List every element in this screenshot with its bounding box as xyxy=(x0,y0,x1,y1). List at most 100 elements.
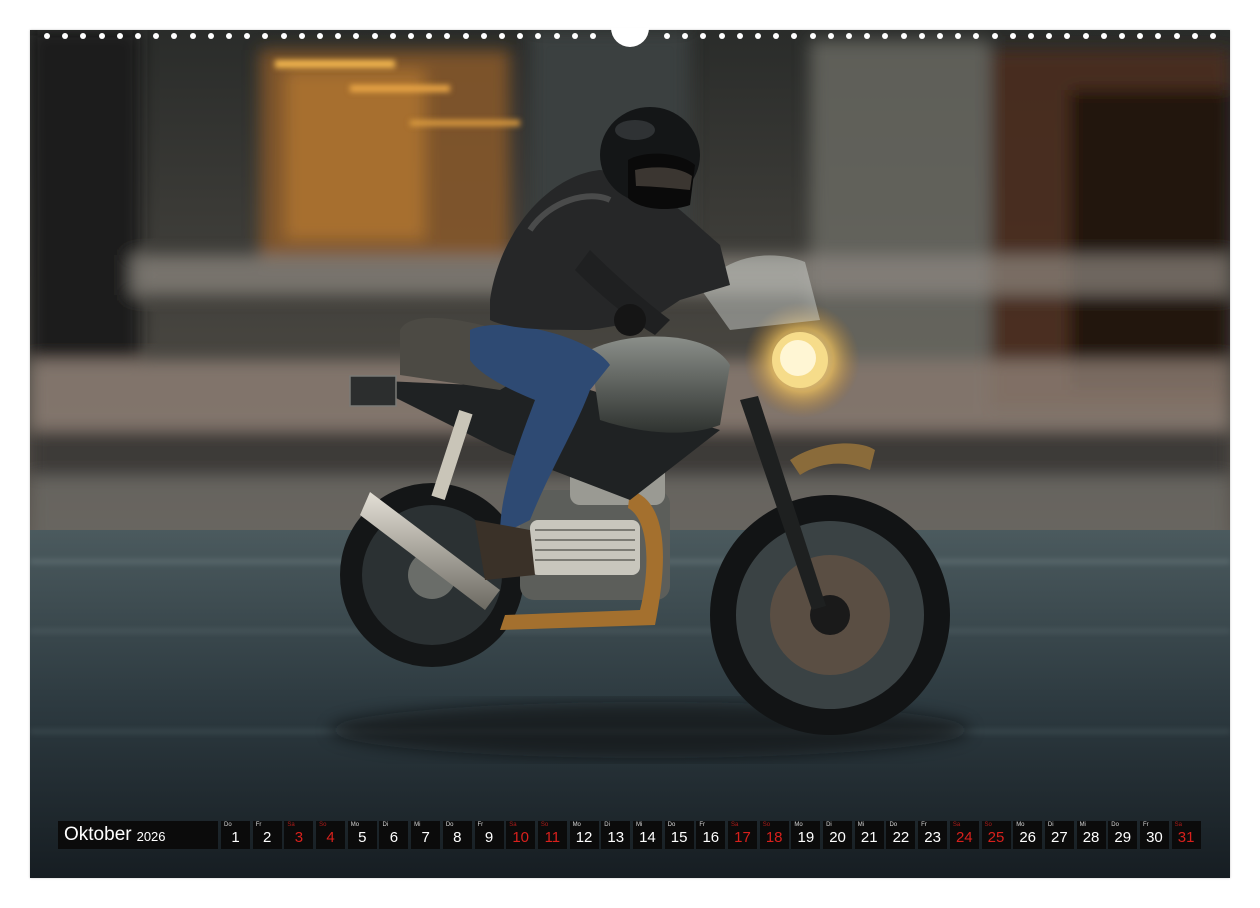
binding-hole xyxy=(736,33,743,39)
binding-hole xyxy=(298,33,305,39)
binding-hole xyxy=(135,33,141,39)
weekday-label: Sa xyxy=(731,822,739,828)
day-cell: So 11 xyxy=(537,821,567,849)
binding-hole xyxy=(718,33,725,39)
weekday-label: Di xyxy=(382,822,389,828)
binding-hole xyxy=(755,33,761,39)
day-number: 17 xyxy=(734,829,751,846)
day-number: 25 xyxy=(987,829,1005,846)
day-cell: Do 1 xyxy=(221,821,250,849)
day-number: 14 xyxy=(639,829,656,846)
binding-hole xyxy=(153,33,160,39)
weekday-label: Fr xyxy=(921,822,927,828)
weekday-label: Fr xyxy=(699,822,705,828)
binding-hole xyxy=(62,33,69,39)
binding-hole xyxy=(864,33,871,39)
day-cell: Do 22 xyxy=(886,821,916,849)
day-number: 13 xyxy=(607,829,625,846)
day-number: 5 xyxy=(358,829,367,846)
day-cell: Di 6 xyxy=(379,821,409,849)
binding-hole xyxy=(900,33,907,39)
motorcycle-photo xyxy=(30,30,1230,878)
day-number: 6 xyxy=(389,829,399,846)
day-number: 26 xyxy=(1019,829,1037,846)
day-number: 21 xyxy=(860,829,878,846)
binding-hole xyxy=(882,33,889,39)
binding-hole xyxy=(480,33,487,39)
day-cell: Fr 23 xyxy=(918,821,948,849)
day-cell: Di 20 xyxy=(823,821,853,849)
binding-hole xyxy=(1173,33,1180,39)
day-number: 15 xyxy=(670,829,688,846)
weekday-label: So xyxy=(984,822,992,828)
weekday-label: Do xyxy=(667,822,676,828)
day-number: 18 xyxy=(765,829,783,846)
binding-hole xyxy=(444,33,451,39)
weekday-label: So xyxy=(319,822,327,828)
binding-hole xyxy=(1191,33,1198,39)
day-number: 9 xyxy=(484,829,494,846)
day-number: 2 xyxy=(263,829,272,846)
binding-hole xyxy=(207,33,214,39)
day-cell: Fr 16 xyxy=(696,821,726,849)
binding-hole xyxy=(846,33,852,39)
day-number: 20 xyxy=(829,829,846,846)
month-name: Oktober xyxy=(64,824,132,845)
binding-hole xyxy=(918,33,925,39)
weekday-label: Sa xyxy=(1174,822,1182,828)
day-number: 28 xyxy=(1082,829,1100,846)
weekday-label: Mi xyxy=(635,822,643,828)
day-cell: Sa 24 xyxy=(949,821,979,849)
binding-hole xyxy=(462,33,469,39)
binding-hole xyxy=(335,33,342,39)
binding-hole xyxy=(1028,33,1034,39)
day-cell: Mi 21 xyxy=(854,821,884,849)
binding-hole xyxy=(426,33,433,39)
month-label-box: Oktober 2026 xyxy=(58,821,218,849)
day-number: 29 xyxy=(1114,829,1132,846)
day-number: 30 xyxy=(1146,829,1163,846)
binding-hole xyxy=(517,33,524,39)
weekday-label: Di xyxy=(604,822,610,828)
day-number: 24 xyxy=(955,829,973,846)
binding-hole xyxy=(44,33,50,39)
binding-hole xyxy=(809,33,816,39)
binding-hole xyxy=(991,33,998,39)
binding-hole xyxy=(189,33,196,39)
weekday-label: Do xyxy=(889,822,898,828)
binding-hole xyxy=(937,33,943,39)
day-number: 10 xyxy=(512,829,530,846)
binding-hole xyxy=(262,33,269,39)
weekday-label: Sa xyxy=(509,822,517,828)
weekday-label: Mo xyxy=(1016,822,1025,828)
day-number: 3 xyxy=(294,829,304,846)
day-cell: Mi 7 xyxy=(411,821,441,849)
binding-hole xyxy=(535,33,542,39)
binding-hole xyxy=(116,33,123,39)
wire-binding xyxy=(30,28,1230,48)
day-cell: Mo 5 xyxy=(347,821,377,849)
binding-hole xyxy=(371,33,378,39)
weekday-label: Fr xyxy=(255,822,262,828)
binding-hole xyxy=(171,33,178,39)
binding-hole xyxy=(1009,33,1016,39)
weekday-label: Di xyxy=(1047,822,1054,828)
weekday-label: Mi xyxy=(857,822,865,828)
binding-hole xyxy=(700,33,707,39)
binding-hole xyxy=(1155,33,1162,39)
weekday-label: Di xyxy=(826,822,832,828)
binding-hole xyxy=(955,33,962,39)
binding-hole xyxy=(1046,33,1053,39)
binding-hole xyxy=(98,33,105,39)
day-cell: So 25 xyxy=(981,821,1011,849)
day-cell: Mi 14 xyxy=(632,821,662,849)
binding-hole xyxy=(1137,33,1144,39)
binding-hole xyxy=(1082,33,1089,39)
day-number: 1 xyxy=(231,829,240,846)
day-number: 11 xyxy=(544,829,561,846)
binding-hole xyxy=(80,33,87,39)
binding-hole xyxy=(244,33,251,39)
binding-hole xyxy=(226,33,232,39)
day-cell: Do 8 xyxy=(442,821,472,849)
weekday-label: Sa xyxy=(952,822,961,828)
